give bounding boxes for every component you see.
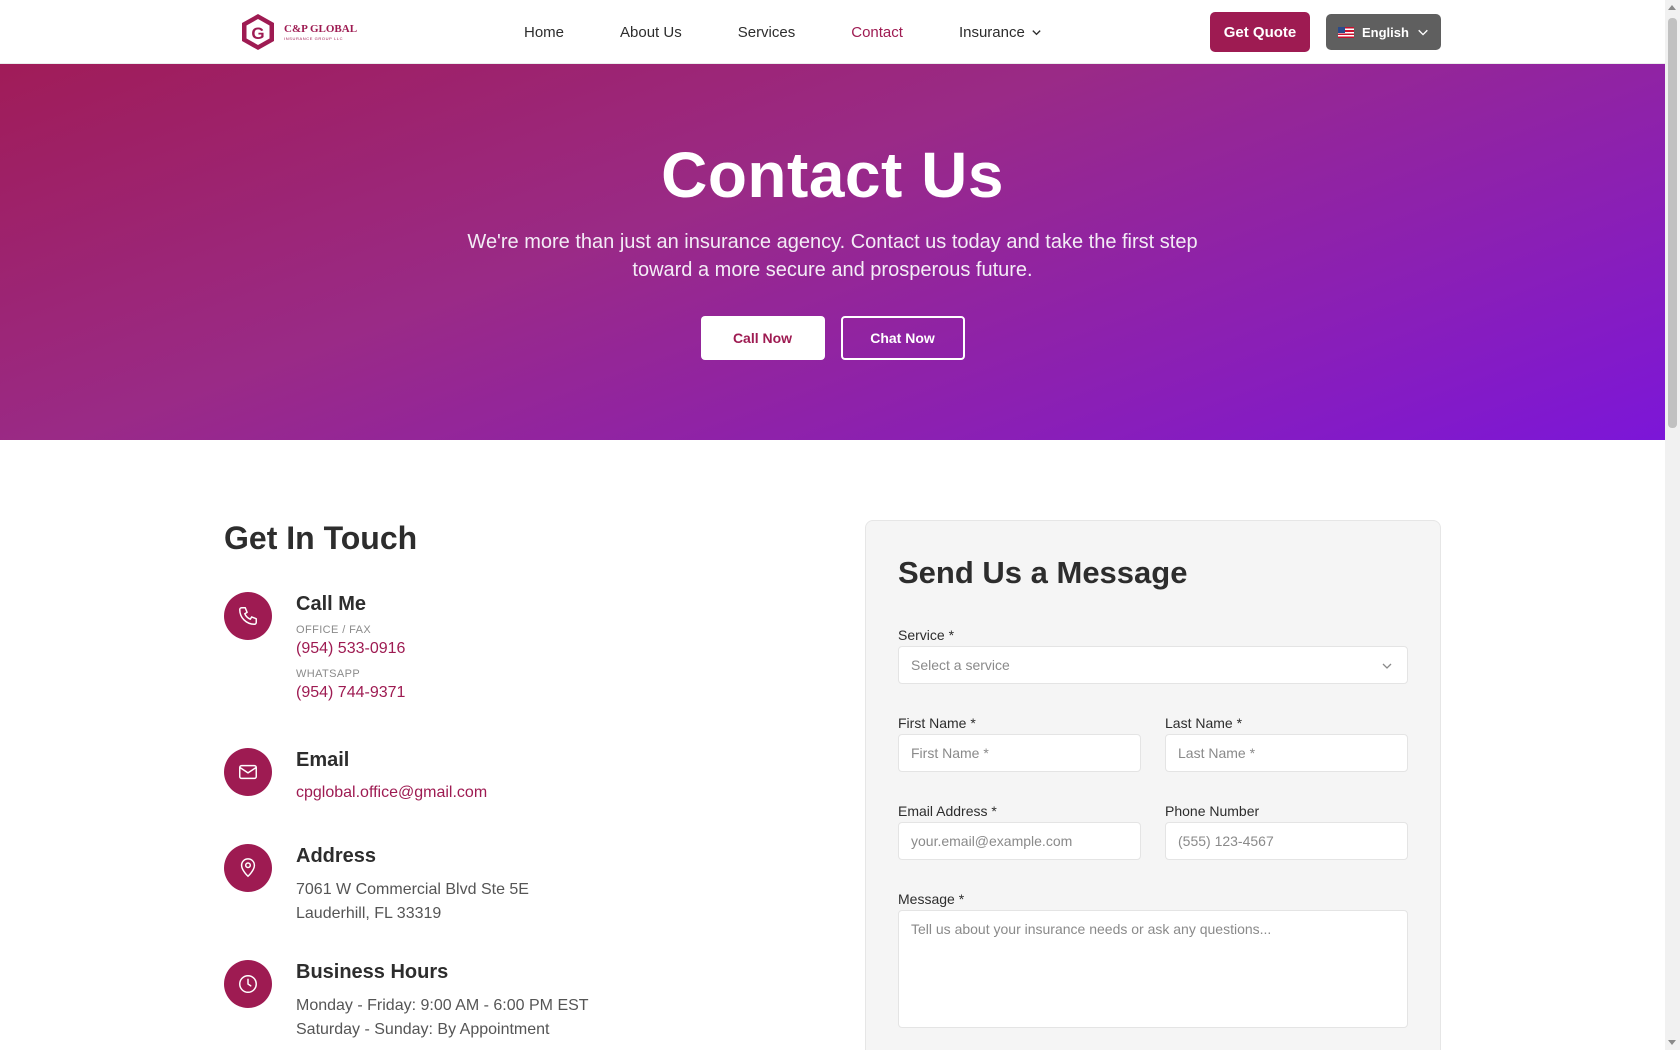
phone-icon [224, 592, 272, 640]
email-heading: Email [296, 749, 350, 771]
hero-banner: Contact Us We're more than just an insur… [0, 64, 1665, 440]
address-line-2: Lauderhill, FL 33319 [296, 905, 442, 922]
us-flag-icon [1338, 26, 1354, 38]
contact-form-card: Send Us a Message Service * Select a ser… [865, 520, 1441, 1050]
call-now-button[interactable]: Call Now [700, 316, 825, 360]
get-in-touch-title: Get In Touch [224, 520, 418, 556]
main-nav: Home About Us Services Contact Insurance [496, 0, 1070, 64]
phone-label: Phone Number [1165, 803, 1260, 819]
phone-input[interactable]: (555) 123-4567 [1165, 822, 1408, 860]
address-line-1: 7061 W Commercial Blvd Ste 5E [296, 881, 529, 898]
scroll-down-arrow-icon[interactable] [1668, 1040, 1676, 1045]
hero-title: Contact Us [661, 139, 1004, 211]
whatsapp-label: WHATSAPP [296, 668, 361, 680]
chat-now-button[interactable]: Chat Now [840, 316, 965, 360]
office-fax-label: OFFICE / FAX [296, 624, 372, 636]
service-select-value: Select a service [911, 657, 1010, 673]
email-label: Email Address * [898, 803, 997, 819]
whatsapp-phone-link[interactable]: (954) 744-9371 [296, 682, 716, 704]
scrollbar-thumb[interactable] [1668, 18, 1677, 428]
chevron-down-icon [1032, 29, 1041, 35]
service-label: Service * [898, 627, 955, 643]
chevron-down-icon [1418, 29, 1428, 36]
call-heading: Call Me [296, 593, 367, 615]
message-textarea[interactable]: Tell us about your insurance needs or as… [898, 910, 1408, 1028]
scroll-up-arrow-icon[interactable] [1668, 5, 1676, 10]
language-selector[interactable]: English [1326, 14, 1441, 50]
site-header: G C&P GLOBAL INSURANCE GROUP LLC Home Ab… [0, 0, 1665, 64]
first-name-label: First Name * [898, 715, 976, 731]
language-label: English [1362, 24, 1409, 40]
address-heading: Address [296, 845, 377, 867]
get-quote-button[interactable]: Get Quote [1210, 12, 1310, 52]
email-link[interactable]: cpglobal.office@gmail.com [296, 782, 716, 804]
last-name-input[interactable]: Last Name * [1165, 734, 1408, 772]
nav-insurance-dropdown[interactable]: Insurance [931, 24, 1070, 41]
office-phone-link[interactable]: (954) 533-0916 [296, 638, 716, 660]
first-name-input[interactable]: First Name * [898, 734, 1141, 772]
message-label: Message * [898, 891, 965, 907]
nav-contact[interactable]: Contact [823, 24, 931, 41]
nav-home[interactable]: Home [496, 24, 592, 41]
service-select[interactable]: Select a service [898, 646, 1408, 684]
logo-subtitle: INSURANCE GROUP LLC [284, 35, 344, 41]
nav-about-us[interactable]: About Us [592, 24, 710, 41]
page-scrollbar[interactable] [1665, 0, 1680, 1050]
last-name-label: Last Name * [1165, 715, 1243, 731]
chevron-down-icon [1382, 663, 1392, 669]
mail-icon [224, 748, 272, 796]
company-logo[interactable]: G C&P GLOBAL INSURANCE GROUP LLC [238, 10, 357, 54]
logo-hexagon-icon: G [242, 14, 274, 50]
hero-subtitle: We're more than just an insurance agency… [467, 231, 1198, 281]
map-pin-icon [224, 844, 272, 892]
email-input[interactable]: your.email@example.com [898, 822, 1141, 860]
form-title: Send Us a Message [898, 555, 1188, 590]
hours-weekend: Saturday - Sunday: By Appointment [296, 1021, 550, 1038]
hours-weekdays: Monday - Friday: 9:00 AM - 6:00 PM EST [296, 997, 589, 1014]
svg-text:G: G [251, 24, 264, 43]
clock-icon [224, 960, 272, 1008]
nav-services[interactable]: Services [710, 24, 824, 41]
hours-heading: Business Hours [296, 961, 449, 983]
nav-insurance-label: Insurance [958, 23, 1025, 41]
logo-title: C&P GLOBAL [284, 22, 358, 35]
hero-actions: Call Now Chat Now [0, 316, 1665, 360]
